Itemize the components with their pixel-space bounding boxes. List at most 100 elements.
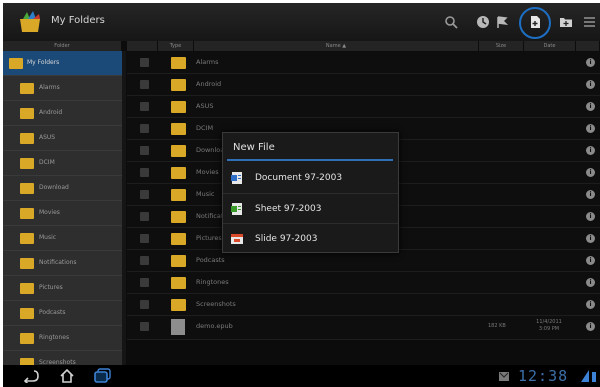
notification-icon[interactable] xyxy=(499,372,509,381)
file-row[interactable]: ASUS i xyxy=(127,96,600,118)
info-icon[interactable]: i xyxy=(586,190,595,199)
folder-icon xyxy=(171,167,186,179)
pane-splitter-handle[interactable] xyxy=(122,51,126,365)
tree-item[interactable]: Podcasts xyxy=(3,301,122,326)
new-sheet-option[interactable]: Sheet 97-2003 xyxy=(223,193,398,224)
recent-apps-icon[interactable] xyxy=(94,368,112,384)
info-icon[interactable]: i xyxy=(586,124,595,133)
wifi-battery-icon[interactable] xyxy=(581,370,597,382)
folder-icon xyxy=(20,283,34,294)
row-checkbox[interactable] xyxy=(140,322,149,331)
row-checkbox[interactable] xyxy=(140,300,149,309)
search-icon[interactable] xyxy=(444,15,458,29)
folder-icon xyxy=(20,158,34,169)
row-checkbox[interactable] xyxy=(140,168,149,177)
tree-item-label: Podcasts xyxy=(39,309,66,316)
file-row[interactable]: Ringtones i xyxy=(127,272,600,294)
recent-icon[interactable] xyxy=(476,15,490,29)
tree-item-label: ASUS xyxy=(39,134,56,141)
size-column-header[interactable]: Size xyxy=(479,41,524,51)
info-icon[interactable]: i xyxy=(586,278,595,287)
row-checkbox[interactable] xyxy=(140,146,149,155)
tree-item-label: Notifications xyxy=(39,259,77,266)
tree-item[interactable]: ASUS xyxy=(3,126,122,151)
row-checkbox[interactable] xyxy=(140,124,149,133)
info-icon[interactable]: i xyxy=(586,212,595,221)
new-folder-icon[interactable] xyxy=(559,15,573,29)
tree-item[interactable]: Pictures xyxy=(3,276,122,301)
file-name: ASUS xyxy=(196,102,214,110)
row-checkbox[interactable] xyxy=(140,102,149,111)
flag-icon[interactable] xyxy=(495,15,509,29)
tree-item-my-folders[interactable]: My Folders xyxy=(3,51,122,76)
row-checkbox[interactable] xyxy=(140,256,149,265)
folder-column-header: Folder xyxy=(3,41,122,51)
home-icon[interactable] xyxy=(59,369,75,383)
tree-item[interactable]: Alarms xyxy=(3,76,122,101)
info-icon[interactable]: i xyxy=(586,146,595,155)
info-icon[interactable]: i xyxy=(586,300,595,309)
option-label: Sheet 97-2003 xyxy=(255,204,322,214)
file-row[interactable]: Android i xyxy=(127,74,600,96)
row-checkbox[interactable] xyxy=(140,278,149,287)
tree-item-label: Ringtones xyxy=(39,334,70,341)
info-icon[interactable]: i xyxy=(586,256,595,265)
file-row[interactable]: demo.epub 182 KB 11/4/2011 3:09 PM i xyxy=(127,316,600,340)
file-name: Screenshots xyxy=(196,300,236,308)
info-icon[interactable]: i xyxy=(586,322,595,331)
folder-icon xyxy=(20,108,34,119)
back-icon[interactable] xyxy=(23,369,39,383)
tree-item[interactable]: Music xyxy=(3,226,122,251)
tree-item[interactable]: Download xyxy=(3,176,122,201)
tree-item[interactable]: DCIM xyxy=(3,151,122,176)
folder-icon xyxy=(20,83,34,94)
file-date: 11/4/2011 3:09 PM xyxy=(536,319,562,332)
tree-item-label: Pictures xyxy=(39,284,63,291)
app-logo-icon[interactable] xyxy=(17,10,43,34)
select-column-header[interactable] xyxy=(127,41,158,51)
folder-tree: My Folders Alarms Android ASUS DCIM Down… xyxy=(3,51,122,376)
info-icon[interactable]: i xyxy=(586,80,595,89)
file-name: Android xyxy=(196,80,222,88)
folder-icon xyxy=(171,123,186,135)
date-column-header[interactable]: Date xyxy=(524,41,576,51)
tree-item-label: DCIM xyxy=(39,159,55,166)
info-icon[interactable]: i xyxy=(586,58,595,67)
new-file-dialog: New File Document 97-2003 Sheet 97-2003 xyxy=(222,132,399,253)
new-file-icon[interactable] xyxy=(528,15,542,29)
tree-item-label: Movies xyxy=(39,209,60,216)
powerpoint-slide-icon xyxy=(231,234,243,244)
type-column-header[interactable]: Type xyxy=(158,41,194,51)
tree-item[interactable]: Movies xyxy=(3,201,122,226)
row-checkbox[interactable] xyxy=(140,80,149,89)
file-row[interactable]: Screenshots i xyxy=(127,294,600,316)
new-slide-option[interactable]: Slide 97-2003 xyxy=(223,223,398,254)
file-name: Movies xyxy=(196,168,219,176)
row-checkbox[interactable] xyxy=(140,234,149,243)
row-checkbox[interactable] xyxy=(140,58,149,67)
menu-icon[interactable] xyxy=(583,15,597,29)
folder-icon xyxy=(171,277,186,289)
name-column-header[interactable]: Name ▲ xyxy=(194,41,479,51)
file-row[interactable]: Alarms i xyxy=(127,52,600,74)
word-document-icon xyxy=(231,172,242,184)
tree-item[interactable]: Notifications xyxy=(3,251,122,276)
folder-icon xyxy=(171,145,186,157)
status-clock[interactable]: 12:38 xyxy=(518,367,568,385)
tree-item[interactable]: Android xyxy=(3,101,122,126)
folder-icon xyxy=(20,133,34,144)
system-navigation-bar: 12:38 xyxy=(3,365,600,387)
tree-item-label: Android xyxy=(39,109,63,116)
info-icon[interactable]: i xyxy=(586,102,595,111)
info-icon[interactable]: i xyxy=(586,234,595,243)
row-checkbox[interactable] xyxy=(140,190,149,199)
action-bar: My Folders xyxy=(3,3,600,41)
new-document-option[interactable]: Document 97-2003 xyxy=(223,163,398,193)
info-icon[interactable]: i xyxy=(586,168,595,177)
tree-item-label: Music xyxy=(39,234,57,241)
row-checkbox[interactable] xyxy=(140,212,149,221)
file-name: Alarms xyxy=(196,58,219,66)
tree-item[interactable]: Ringtones xyxy=(3,326,122,351)
folder-icon xyxy=(171,79,186,91)
file-name: DCIM xyxy=(196,124,214,132)
